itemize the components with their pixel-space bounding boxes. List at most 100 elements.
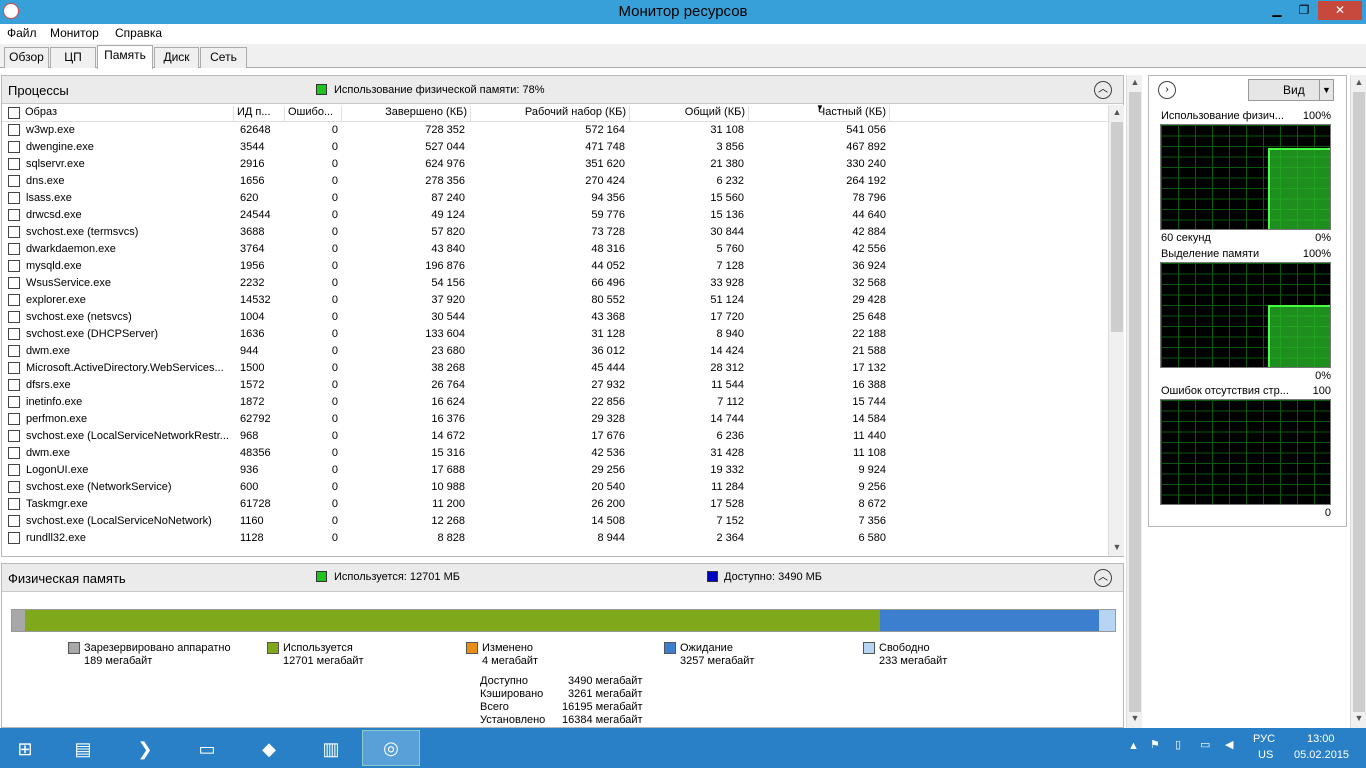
table-row[interactable]: WsusService.exe 2232 0 54 156 66 496 33 928 32…: [2, 275, 1102, 292]
row-checkbox[interactable]: [8, 515, 20, 527]
table-row[interactable]: mysqld.exe 1956 0 196 876 44 052 7 128 36 924: [2, 258, 1102, 275]
network-icon[interactable]: ▭: [1200, 738, 1210, 751]
row-checkbox[interactable]: [8, 209, 20, 221]
table-row[interactable]: svchost.exe (termsvcs) 3688 0 57 820 73 728 3…: [2, 224, 1102, 241]
col-working-set[interactable]: Рабочий набор (КБ): [471, 106, 630, 121]
tab-network[interactable]: Сеть: [200, 47, 247, 68]
table-row[interactable]: dwengine.exe 3544 0 527 044 471 748 3 856 467 …: [2, 139, 1102, 156]
scroll-up-icon[interactable]: ▲: [1109, 107, 1125, 117]
row-checkbox[interactable]: [8, 243, 20, 255]
row-checkbox[interactable]: [8, 396, 20, 408]
start-icon[interactable]: ⊞: [0, 732, 50, 766]
table-row[interactable]: lsass.exe 620 0 87 240 94 356 15 560 78 796: [2, 190, 1102, 207]
resource-monitor-taskbar-icon[interactable]: ◎: [362, 730, 420, 766]
panel-scroll-up-icon[interactable]: ▲: [1351, 77, 1366, 87]
col-shareable[interactable]: Общий (КБ): [630, 106, 749, 121]
table-row[interactable]: inetinfo.exe 1872 0 16 624 22 856 7 112 15 744: [2, 394, 1102, 411]
panel-scroll-down-icon[interactable]: ▼: [1351, 713, 1366, 723]
table-row[interactable]: svchost.exe (LocalServiceNetworkRestr...…: [2, 428, 1102, 445]
clock-date[interactable]: 05.02.2015: [1294, 749, 1349, 761]
performance-monitor-icon[interactable]: ▥: [306, 732, 356, 766]
row-checkbox[interactable]: [8, 532, 20, 544]
table-row[interactable]: svchost.exe (netsvcs) 1004 0 30 544 43 368 17…: [2, 309, 1102, 326]
maximize-button[interactable]: ❐: [1291, 1, 1317, 20]
scroll-thumb[interactable]: [1111, 122, 1123, 332]
tab-overview[interactable]: Обзор: [4, 47, 49, 68]
col-commit[interactable]: Завершено (КБ): [342, 106, 471, 121]
close-button[interactable]: ✕: [1318, 1, 1362, 20]
collapse-physical-memory-button[interactable]: ︿: [1094, 569, 1112, 587]
mysql-icon[interactable]: ◆: [244, 732, 294, 766]
table-row[interactable]: LogonUI.exe 936 0 17 688 29 256 19 332 9 924: [2, 462, 1102, 479]
row-checkbox[interactable]: [8, 430, 20, 442]
panel-scrollbar[interactable]: ▲ ▼: [1350, 75, 1366, 728]
row-checkbox[interactable]: [8, 464, 20, 476]
table-row[interactable]: rundll32.exe 1128 0 8 828 8 944 2 364 6 580: [2, 530, 1102, 547]
file-explorer-icon[interactable]: ▭: [182, 732, 232, 766]
main-scroll-down-icon[interactable]: ▼: [1127, 713, 1143, 723]
row-checkbox[interactable]: [8, 277, 20, 289]
table-row[interactable]: Microsoft.ActiveDirectory.WebServices...…: [2, 360, 1102, 377]
main-scrollbar[interactable]: ▲ ▼: [1126, 75, 1142, 728]
row-checkbox[interactable]: [8, 141, 20, 153]
table-row[interactable]: dwarkdaemon.exe 3764 0 43 840 48 316 5 760 42 …: [2, 241, 1102, 258]
menu-help[interactable]: Справка: [115, 26, 162, 40]
processes-scrollbar[interactable]: ▲ ▼: [1108, 105, 1124, 556]
col-image[interactable]: Образ: [22, 106, 234, 121]
menu-file[interactable]: Файл: [7, 26, 37, 40]
row-checkbox[interactable]: [8, 362, 20, 374]
row-checkbox[interactable]: [8, 328, 20, 340]
row-checkbox[interactable]: [8, 192, 20, 204]
row-checkbox[interactable]: [8, 260, 20, 272]
view-dropdown[interactable]: Вид ▼: [1248, 79, 1334, 101]
row-checkbox[interactable]: [8, 413, 20, 425]
keyboard-layout[interactable]: US: [1258, 749, 1273, 761]
table-row[interactable]: Taskmgr.exe 61728 0 11 200 26 200 17 528 8 672: [2, 496, 1102, 513]
menu-monitor[interactable]: Монитор: [50, 26, 99, 40]
table-row[interactable]: explorer.exe 14532 0 37 920 80 552 51 124 29 4…: [2, 292, 1102, 309]
language-indicator[interactable]: РУС: [1253, 733, 1275, 745]
row-checkbox[interactable]: [8, 175, 20, 187]
table-row[interactable]: dfsrs.exe 1572 0 26 764 27 932 11 544 16 388: [2, 377, 1102, 394]
table-row[interactable]: drwcsd.exe 24544 0 49 124 59 776 15 136 44 640: [2, 207, 1102, 224]
table-row[interactable]: perfmon.exe 62792 0 16 376 29 328 14 744 14 58…: [2, 411, 1102, 428]
row-checkbox[interactable]: [8, 158, 20, 170]
processes-header[interactable]: Процессы Использование физической памяти…: [2, 76, 1123, 104]
table-row[interactable]: dwm.exe 48356 0 15 316 42 536 31 428 11 108: [2, 445, 1102, 462]
row-checkbox[interactable]: [8, 345, 20, 357]
show-hidden-icons-icon[interactable]: ▲: [1128, 740, 1139, 752]
table-row[interactable]: sqlservr.exe 2916 0 624 976 351 620 21 380 330…: [2, 156, 1102, 173]
row-checkbox[interactable]: [8, 226, 20, 238]
expand-panel-button[interactable]: ›: [1158, 81, 1176, 99]
table-row[interactable]: svchost.exe (DHCPServer) 1636 0 133 604 31 1…: [2, 326, 1102, 343]
col-faults[interactable]: Ошибо...: [285, 106, 342, 121]
device-icon[interactable]: ▯: [1175, 738, 1181, 751]
volume-icon[interactable]: ◀: [1225, 738, 1233, 751]
table-row[interactable]: w3wp.exe 62648 0 728 352 572 164 31 108 541 05…: [2, 122, 1102, 139]
tab-cpu[interactable]: ЦП: [50, 47, 96, 68]
row-checkbox[interactable]: [8, 481, 20, 493]
table-row[interactable]: dns.exe 1656 0 278 356 270 424 6 232 264 192: [2, 173, 1102, 190]
row-checkbox[interactable]: [8, 124, 20, 136]
table-row[interactable]: svchost.exe (LocalServiceNoNetwork) 1160 0…: [2, 513, 1102, 530]
table-row[interactable]: svchost.exe (NetworkService) 600 0 10 988 20…: [2, 479, 1102, 496]
minimize-button[interactable]: ▁: [1264, 1, 1290, 20]
row-checkbox[interactable]: [8, 498, 20, 510]
main-scroll-thumb[interactable]: [1129, 92, 1141, 712]
scroll-down-icon[interactable]: ▼: [1109, 542, 1125, 552]
physical-memory-header[interactable]: Физическая память Используется: 12701 МБ…: [2, 564, 1123, 592]
flag-icon[interactable]: ⚑: [1150, 738, 1160, 751]
main-scroll-up-icon[interactable]: ▲: [1127, 77, 1143, 87]
row-checkbox[interactable]: [8, 294, 20, 306]
row-checkbox[interactable]: [8, 447, 20, 459]
server-manager-icon[interactable]: ▤: [58, 732, 108, 766]
col-pid[interactable]: ИД п...: [234, 106, 285, 121]
collapse-processes-button[interactable]: ︿: [1094, 81, 1112, 99]
row-checkbox[interactable]: [8, 311, 20, 323]
clock-time[interactable]: 13:00: [1307, 733, 1335, 745]
powershell-icon[interactable]: ❯: [120, 732, 170, 766]
panel-scroll-thumb[interactable]: [1353, 92, 1365, 712]
row-checkbox[interactable]: [8, 379, 20, 391]
select-all-checkbox[interactable]: [8, 107, 20, 119]
table-row[interactable]: dwm.exe 944 0 23 680 36 012 14 424 21 588: [2, 343, 1102, 360]
